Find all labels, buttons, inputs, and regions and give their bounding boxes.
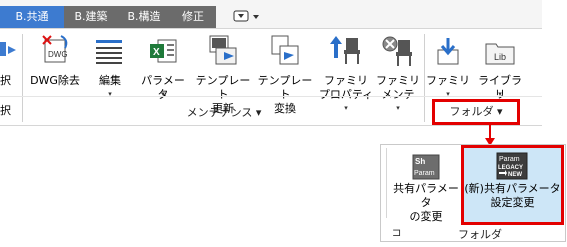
- family-property-label: ファミリ プロパティ: [318, 74, 374, 101]
- partial-left-label: 択: [0, 74, 11, 87]
- svg-text:DWG: DWG: [48, 50, 68, 59]
- library-icon: Lib: [485, 43, 515, 65]
- shared-parameter-change-label: 共有パラメータ の変更: [393, 182, 459, 223]
- svg-text:Param: Param: [499, 156, 520, 163]
- template-update-icon: [209, 35, 237, 65]
- popup-folder-label: フォルダ: [458, 228, 502, 241]
- tab-b-architecture[interactable]: B.建築: [64, 6, 118, 28]
- svg-text:Lib: Lib: [494, 52, 506, 62]
- edit-label: 編集: [99, 74, 121, 87]
- popup-left-edge: [386, 148, 387, 218]
- panel-folder-label[interactable]: フォルダ ▾: [435, 101, 517, 123]
- new-shared-parameter-content: Param LEGACY NEW (新)共有パラメータ 設定変更: [462, 148, 563, 224]
- svg-text:Param: Param: [414, 170, 435, 177]
- quick-access-dropdown[interactable]: [232, 8, 264, 24]
- shared-parameter-change-button[interactable]: Sh Param 共有パラメータ の変更: [390, 148, 462, 224]
- edit-list-icon: [96, 40, 122, 64]
- dwg-remove-label: DWG除去: [30, 74, 80, 87]
- ribbon-separator: [22, 34, 23, 122]
- legacy-new-param-icon: Param LEGACY NEW: [496, 152, 528, 180]
- parameter-excel-icon: X: [150, 39, 177, 63]
- family-download-icon: [437, 38, 459, 65]
- tab-b-structure[interactable]: B.構造: [118, 6, 170, 28]
- dwg-remove-icon: DWG: [42, 35, 68, 63]
- family-property-icon: [330, 36, 360, 64]
- ribbon-separator: [424, 34, 425, 122]
- tab-b-common[interactable]: B.共通: [0, 6, 64, 28]
- panel-toggle-icon: [233, 10, 259, 22]
- svg-text:Sh: Sh: [415, 157, 425, 166]
- template-convert-icon: [271, 35, 299, 65]
- family-maintenance-icon: [382, 36, 412, 66]
- pin-icon[interactable]: ⊐: [392, 226, 401, 239]
- svg-text:X: X: [153, 47, 160, 58]
- panel-maintenance-label[interactable]: メンテナンス ▾: [24, 102, 424, 124]
- family-maintenance-label: ファミリ メンテ: [376, 74, 420, 101]
- shared-param-icon: Sh Param: [412, 154, 440, 180]
- family-download-label: ファミリ: [426, 74, 470, 87]
- svg-text:LEGACY: LEGACY: [498, 165, 523, 171]
- new-shared-parameter-label: (新)共有パラメータ 設定変更: [464, 182, 561, 209]
- panel-label-divider: [0, 96, 542, 97]
- partial-left-panel-label: 択: [0, 104, 11, 117]
- partial-left-icon: [0, 38, 18, 68]
- tab-modify[interactable]: 修正: [170, 6, 216, 28]
- svg-text:NEW: NEW: [508, 172, 522, 178]
